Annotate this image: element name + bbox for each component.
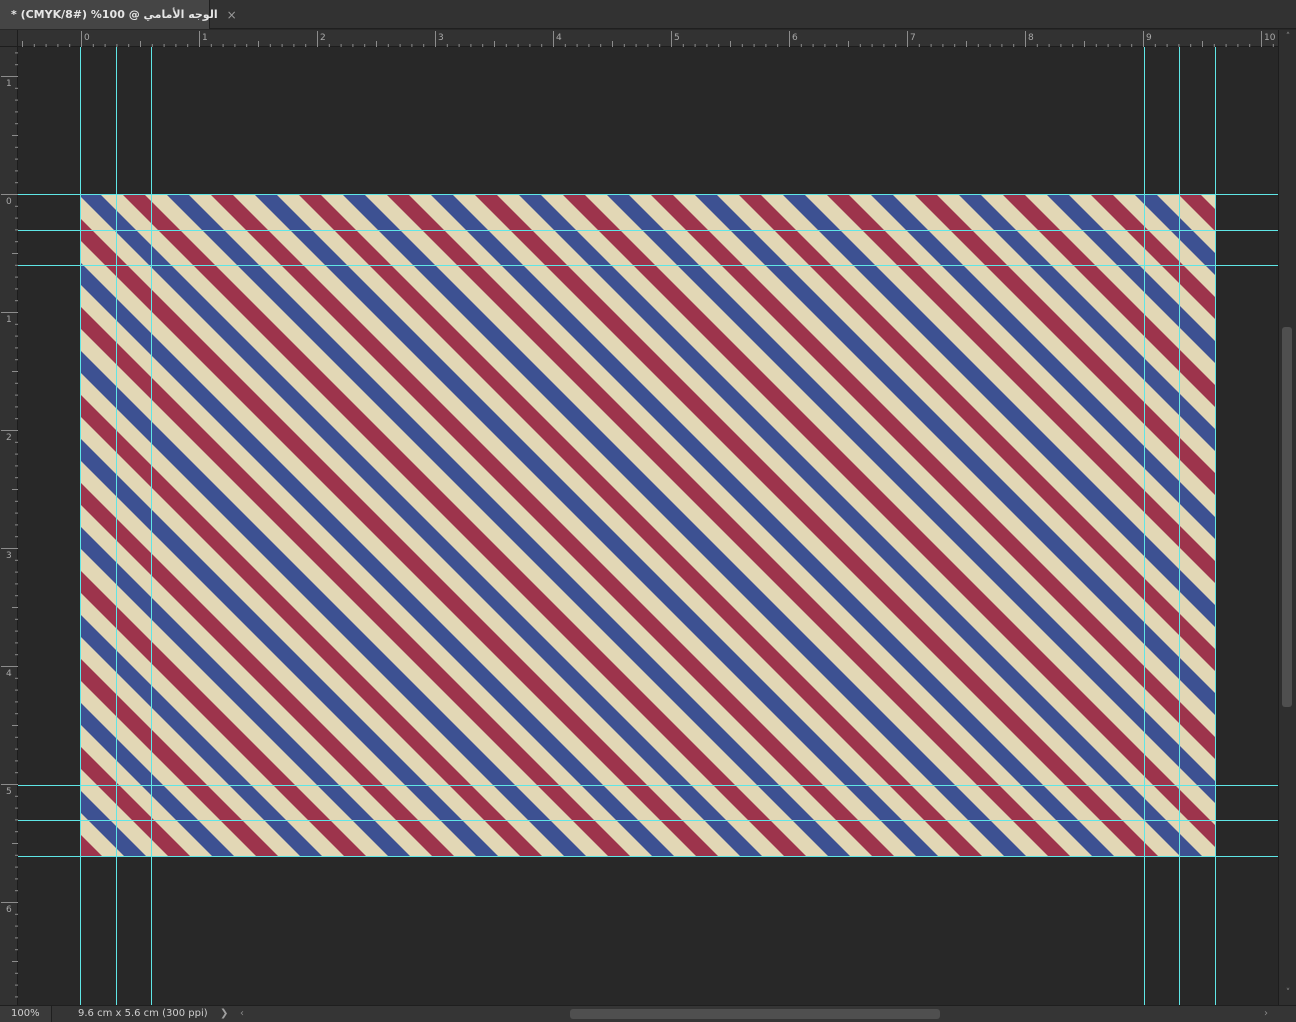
canvas-workspace[interactable]	[18, 47, 1278, 1005]
ruler-label: 1	[6, 315, 12, 325]
document-info: 9.6 cm x 5.6 cm (300 ppi)	[78, 1008, 208, 1019]
zoom-level[interactable]: 100%	[0, 1006, 52, 1022]
ruler-label: 1	[6, 79, 12, 89]
ruler-label: 0	[84, 33, 90, 43]
ruler-label: 9	[1146, 33, 1152, 43]
artboard[interactable]	[80, 194, 1215, 856]
ruler-label: 4	[556, 33, 562, 43]
ruler-label: 4	[6, 669, 12, 679]
ruler-label: 5	[674, 33, 680, 43]
red-stripe	[298, 194, 982, 856]
document-tab-title: الوجه الأمامي @ 100% (CMYK/8#) *	[11, 8, 218, 21]
blue-stripe	[254, 194, 938, 856]
scroll-left-icon[interactable]: ‹	[240, 1007, 244, 1021]
red-stripe	[210, 194, 894, 856]
vertical-scrollbar[interactable]: ˄ ˅	[1278, 30, 1296, 1005]
ruler-label: 6	[6, 905, 12, 915]
horizontal-ruler[interactable]: 0 1 2 3 4 5 6 7 8 9 10	[18, 30, 1278, 47]
document-tab[interactable]: الوجه الأمامي @ 100% (CMYK/8#) * ×	[0, 0, 237, 29]
ruler-label: 5	[6, 787, 12, 797]
red-stripe	[386, 194, 1070, 856]
blue-stripe	[342, 194, 1026, 856]
ruler-label: 6	[792, 33, 798, 43]
vertical-ruler-ticks	[1, 52, 18, 998]
blue-stripe	[430, 194, 1114, 856]
tab-bar: الوجه الأمامي @ 100% (CMYK/8#) * ×	[0, 0, 1296, 29]
expand-status-icon[interactable]: ❯	[220, 1006, 228, 1022]
vertical-scroll-thumb[interactable]	[1282, 327, 1292, 707]
red-stripe	[122, 194, 806, 856]
ruler-label: 8	[1028, 33, 1034, 43]
vertical-ruler[interactable]: 1 0 1 2 3 4 5 6	[0, 47, 18, 1005]
scroll-right-icon[interactable]: ›	[1264, 1007, 1268, 1021]
status-bar: 100% 9.6 cm x 5.6 cm (300 ppi) ❯ ‹ ›	[0, 1005, 1296, 1022]
scroll-down-icon[interactable]: ˅	[1282, 988, 1294, 998]
ruler-origin[interactable]	[0, 30, 18, 47]
ruler-label: 10	[1264, 33, 1276, 43]
ruler-label: 3	[6, 551, 12, 561]
blue-stripe	[518, 194, 1202, 856]
horizontal-scrollbar[interactable]: ‹ ›	[238, 1007, 1278, 1021]
red-stripe	[474, 194, 1158, 856]
ruler-label: 1	[202, 33, 208, 43]
ruler-label: 3	[438, 33, 444, 43]
scroll-up-icon[interactable]: ˄	[1282, 32, 1294, 42]
blue-stripe	[166, 194, 850, 856]
horizontal-scroll-thumb[interactable]	[570, 1009, 940, 1019]
ruler-label: 2	[6, 433, 12, 443]
ruler-label: 7	[910, 33, 916, 43]
close-icon[interactable]: ×	[227, 8, 237, 22]
diagonal-stripe-pattern	[80, 194, 1215, 856]
ruler-label: 0	[6, 197, 12, 207]
ruler-label: 2	[320, 33, 326, 43]
